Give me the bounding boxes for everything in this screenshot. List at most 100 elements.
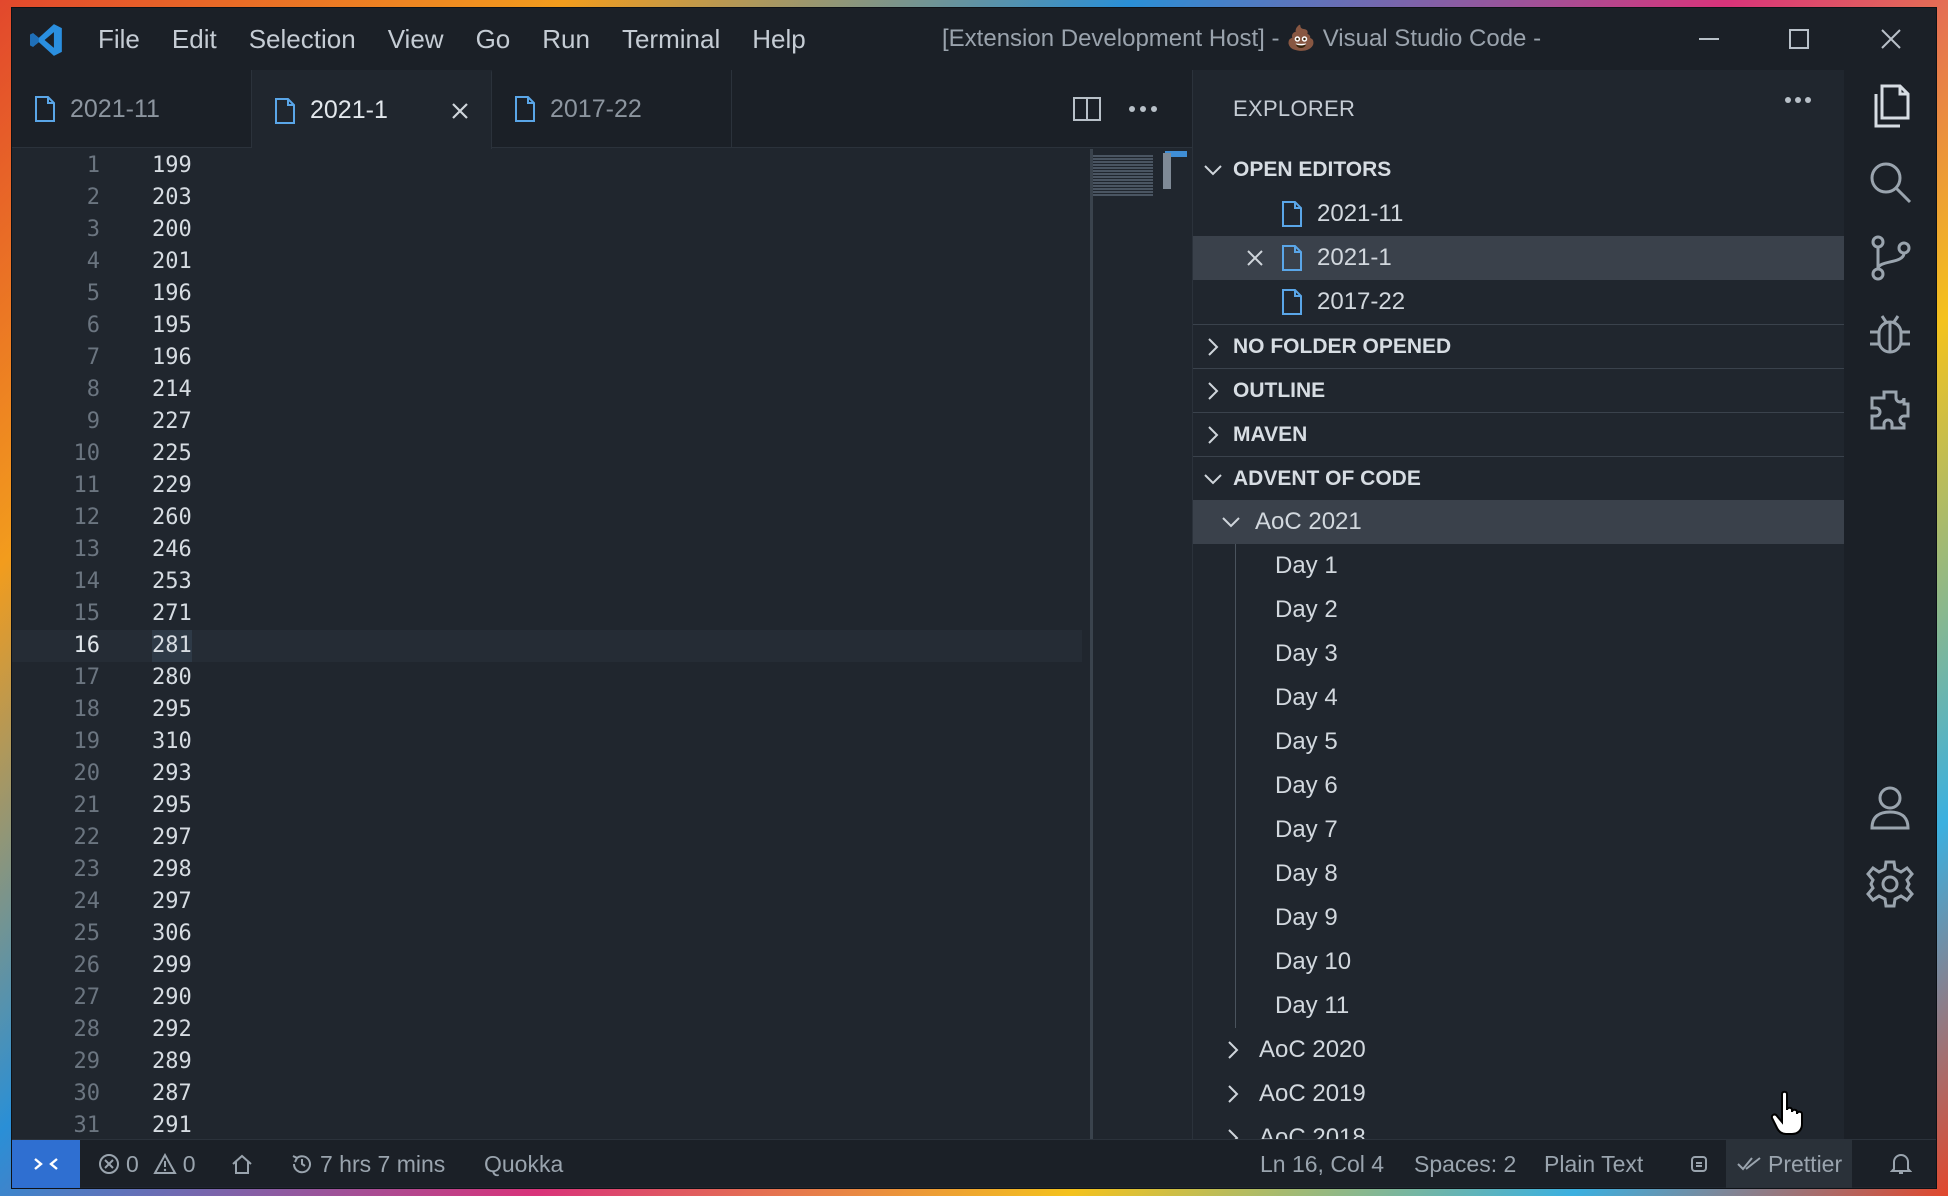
menu-view[interactable]: View	[372, 8, 460, 70]
aoc-day-item[interactable]: Day 11	[1193, 984, 1844, 1028]
code-line[interactable]: 13 246	[12, 534, 1082, 566]
menu-help[interactable]: Help	[736, 8, 821, 70]
language-mode[interactable]: Plain Text	[1544, 1140, 1643, 1188]
feedback-button[interactable]	[1688, 1140, 1710, 1188]
minimize-button[interactable]	[1664, 8, 1754, 70]
editor-text-area[interactable]: 1 199 2 203 3 200 4 201 5 196 6 195 7 196 8 214 9 227 10 22…	[12, 149, 1090, 1148]
code-line[interactable]: 5 196	[12, 278, 1082, 310]
quokka-item[interactable]: Quokka	[484, 1140, 563, 1188]
code-line[interactable]: 16 281	[12, 630, 1082, 662]
menu-file[interactable]: File	[82, 8, 156, 70]
aoc-year-2021[interactable]: AoC 2021	[1193, 500, 1844, 544]
code-line[interactable]: 9 227	[12, 406, 1082, 438]
aoc-day-item[interactable]: Day 10	[1193, 940, 1844, 984]
aoc-day-item[interactable]: Day 6	[1193, 764, 1844, 808]
aoc-day-item[interactable]: Day 2	[1193, 588, 1844, 632]
section-no-folder[interactable]: NO FOLDER OPENED	[1193, 324, 1844, 368]
menu-run[interactable]: Run	[526, 8, 606, 70]
aoc-day-item[interactable]: Day 3	[1193, 632, 1844, 676]
code-line[interactable]: 19 310	[12, 726, 1082, 758]
time-tracker[interactable]: 7 hrs 7 mins	[290, 1140, 445, 1188]
code-line[interactable]: 25 306	[12, 918, 1082, 950]
account-icon[interactable]	[1864, 782, 1916, 834]
problems-indicator[interactable]: 0 0	[98, 1140, 196, 1188]
code-line[interactable]: 22 297	[12, 822, 1082, 854]
more-actions-icon[interactable]	[1128, 105, 1158, 113]
aoc-day-item[interactable]: Day 7	[1193, 808, 1844, 852]
code-line[interactable]: 18 295	[12, 694, 1082, 726]
code-line[interactable]: 28 292	[12, 1014, 1082, 1046]
home-button[interactable]	[230, 1140, 254, 1188]
code-line[interactable]: 8 214	[12, 374, 1082, 406]
gear-icon[interactable]	[1864, 858, 1916, 910]
double-check-icon	[1737, 1157, 1761, 1171]
code-line[interactable]: 7 196	[12, 342, 1082, 374]
prettier-status[interactable]: Prettier	[1726, 1140, 1853, 1188]
aoc-year-item[interactable]: AoC 2020	[1193, 1028, 1844, 1072]
aoc-day-item[interactable]: Day 5	[1193, 720, 1844, 764]
cursor-position[interactable]: Ln 16, Col 4	[1260, 1140, 1384, 1188]
code-line[interactable]: 29 289	[12, 1046, 1082, 1078]
code-line[interactable]: 24 297	[12, 886, 1082, 918]
open-editor-item-selected[interactable]: 2021-1	[1193, 236, 1844, 280]
aoc-day-item[interactable]: Day 9	[1193, 896, 1844, 940]
close-icon[interactable]	[1245, 248, 1265, 268]
maximize-button[interactable]	[1754, 8, 1844, 70]
aoc-year-item[interactable]: AoC 2019	[1193, 1072, 1844, 1116]
minimap-slider[interactable]	[1163, 153, 1171, 189]
open-editor-item[interactable]: 2021-11	[1193, 192, 1844, 236]
code-line[interactable]: 31 291	[12, 1110, 1082, 1142]
extensions-icon[interactable]	[1864, 384, 1916, 436]
menu-terminal[interactable]: Terminal	[606, 8, 736, 70]
code-line[interactable]: 21 295	[12, 790, 1082, 822]
search-icon[interactable]	[1864, 156, 1916, 208]
code-line[interactable]: 23 298	[12, 854, 1082, 886]
code-line[interactable]: 20 293	[12, 758, 1082, 790]
debug-icon[interactable]	[1864, 308, 1916, 360]
aoc-day-item[interactable]: Day 8	[1193, 852, 1844, 896]
code-line[interactable]: 30 287	[12, 1078, 1082, 1110]
aoc-day-item[interactable]: Day 1	[1193, 544, 1844, 588]
code-line[interactable]: 27 290	[12, 982, 1082, 1014]
source-control-icon[interactable]	[1864, 232, 1916, 284]
code-line[interactable]: 12 260	[12, 502, 1082, 534]
code-line[interactable]: 2 203	[12, 182, 1082, 214]
tab-2021-1[interactable]: 2021-1	[252, 70, 492, 149]
section-open-editors[interactable]: OPEN EDITORS	[1193, 148, 1844, 192]
code-line[interactable]: 17 280	[12, 662, 1082, 694]
menu-selection[interactable]: Selection	[233, 8, 372, 70]
section-outline[interactable]: OUTLINE	[1193, 368, 1844, 412]
code-line[interactable]: 11 229	[12, 470, 1082, 502]
aoc-day-label: Day 5	[1275, 728, 1338, 755]
section-label: ADVENT OF CODE	[1233, 466, 1421, 490]
menu-edit[interactable]: Edit	[156, 8, 233, 70]
code-line[interactable]: 26 299	[12, 950, 1082, 982]
code-line[interactable]: 1 199	[12, 150, 1082, 182]
code-line[interactable]: 15 271	[12, 598, 1082, 630]
code-line[interactable]: 6 195	[12, 310, 1082, 342]
line-number: 13	[73, 537, 101, 562]
window-title: [Extension Development Host] - 💩 Visual …	[942, 25, 1542, 52]
line-number: 16	[73, 633, 101, 658]
tab-2017-22[interactable]: 2017-22	[492, 70, 732, 148]
remote-button[interactable]	[12, 1140, 80, 1188]
section-advent-of-code[interactable]: ADVENT OF CODE	[1193, 456, 1844, 500]
code-line[interactable]: 3 200	[12, 214, 1082, 246]
indentation[interactable]: Spaces: 2	[1414, 1140, 1516, 1188]
aoc-day-item[interactable]: Day 4	[1193, 676, 1844, 720]
file-icon	[1282, 245, 1302, 271]
code-line[interactable]: 4 201	[12, 246, 1082, 278]
more-actions-icon[interactable]	[1784, 96, 1812, 104]
section-maven[interactable]: MAVEN	[1193, 412, 1844, 456]
code-line[interactable]: 14 253	[12, 566, 1082, 598]
minimap[interactable]	[1090, 149, 1190, 1148]
close-window-button[interactable]	[1846, 8, 1936, 70]
open-editor-item[interactable]: 2017-22	[1193, 280, 1844, 324]
tab-2021-11[interactable]: 2021-11	[12, 70, 252, 148]
split-editor-icon[interactable]	[1072, 95, 1102, 123]
code-line[interactable]: 10 225	[12, 438, 1082, 470]
explorer-icon[interactable]	[1864, 80, 1916, 132]
notifications-button[interactable]	[1890, 1140, 1912, 1188]
close-icon[interactable]	[445, 96, 475, 126]
menu-go[interactable]: Go	[460, 8, 527, 70]
